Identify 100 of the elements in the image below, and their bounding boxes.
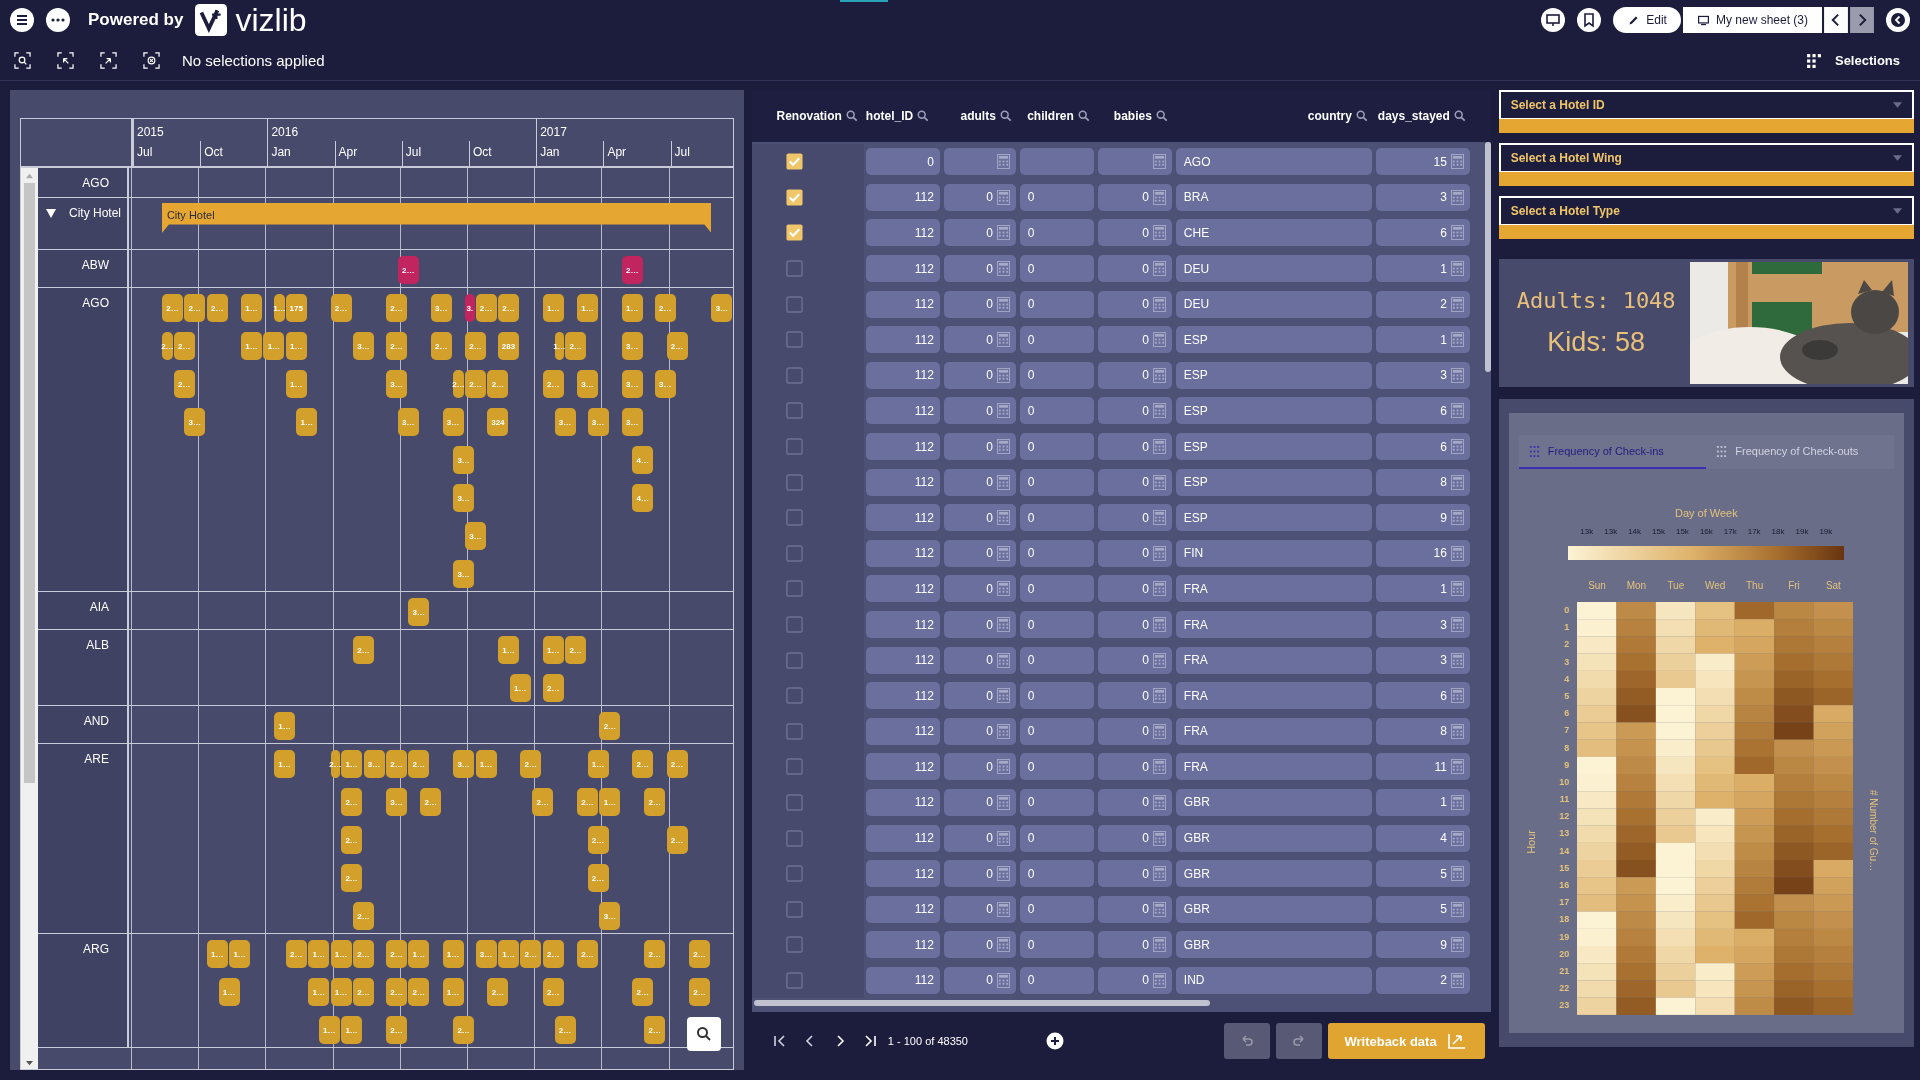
table-cell[interactable]: GBR xyxy=(1175,860,1372,888)
table-cell[interactable]: 5 xyxy=(1375,895,1470,923)
table-cell[interactable]: 0 xyxy=(1097,789,1172,816)
calculator-icon[interactable] xyxy=(1450,652,1464,668)
calculator-icon[interactable] xyxy=(1152,510,1166,526)
checkbox[interactable] xyxy=(786,794,804,811)
table-cell[interactable]: 112 xyxy=(865,824,940,852)
calculator-icon[interactable] xyxy=(996,332,1010,348)
scrollbar[interactable] xyxy=(1484,142,1491,372)
table-cell[interactable]: FRA xyxy=(1175,753,1372,781)
more-icon[interactable] xyxy=(46,8,70,32)
table-cell[interactable]: 0 xyxy=(943,290,1016,318)
back-icon[interactable] xyxy=(1886,8,1910,32)
calculator-icon[interactable] xyxy=(1450,866,1464,882)
table-cell[interactable]: 0 xyxy=(1097,895,1172,923)
column-header[interactable]: hotel_ID xyxy=(865,109,914,123)
search-icon[interactable] xyxy=(845,110,858,122)
checkbox[interactable] xyxy=(786,829,804,847)
calculator-icon[interactable] xyxy=(996,866,1010,882)
gantt-bar[interactable]: 2… xyxy=(397,256,419,284)
table-cell[interactable]: 0 xyxy=(943,682,1016,710)
calculator-icon[interactable] xyxy=(1450,901,1464,917)
checkbox[interactable] xyxy=(786,651,804,669)
table-cell[interactable]: 0 xyxy=(1097,646,1172,674)
table-cell[interactable]: 16 xyxy=(1375,539,1470,567)
calculator-icon[interactable] xyxy=(996,225,1010,241)
calculator-icon[interactable] xyxy=(1450,225,1464,241)
table-cell[interactable]: 0 xyxy=(943,575,1016,603)
sheet-button[interactable]: My new sheet (3) xyxy=(1682,7,1822,33)
calculator-icon[interactable] xyxy=(1450,367,1464,383)
table-cell[interactable]: 0 xyxy=(943,931,1016,959)
table-cell[interactable]: 0 xyxy=(1097,255,1172,283)
table-cell[interactable]: 0 xyxy=(1097,611,1172,638)
scrollbar[interactable] xyxy=(753,1000,1210,1006)
table-cell[interactable]: 112 xyxy=(865,966,940,994)
table-cell[interactable]: 0 xyxy=(943,753,1016,781)
table-cell[interactable]: 15 xyxy=(1375,148,1470,176)
calculator-icon[interactable] xyxy=(1450,723,1464,739)
calculator-icon[interactable] xyxy=(996,617,1010,632)
calculator-icon[interactable] xyxy=(1152,937,1166,953)
table-cell[interactable]: 0 xyxy=(1097,397,1172,425)
search-icon[interactable] xyxy=(1155,110,1168,122)
table-cell[interactable]: DEU xyxy=(1175,290,1372,318)
table-cell[interactable]: 0 xyxy=(1019,646,1094,674)
table-cell[interactable]: 112 xyxy=(865,504,940,532)
table-cell[interactable]: GBR xyxy=(1175,931,1372,959)
table-cell[interactable]: 0 xyxy=(1097,931,1172,959)
table-cell[interactable]: 0 xyxy=(943,397,1016,425)
table-cell[interactable]: 0 xyxy=(943,895,1016,923)
calculator-icon[interactable] xyxy=(1450,795,1464,810)
table-cell[interactable]: 0 xyxy=(1019,611,1094,638)
calculator-icon[interactable] xyxy=(1450,545,1464,561)
table-cell[interactable]: 112 xyxy=(865,219,940,247)
checkbox[interactable] xyxy=(786,758,804,776)
table-cell[interactable]: 112 xyxy=(865,789,940,816)
table-cell[interactable]: 0 xyxy=(1019,397,1094,425)
checkbox[interactable] xyxy=(786,295,804,313)
table-cell[interactable] xyxy=(1097,148,1172,176)
group-bar[interactable]: City Hotel xyxy=(161,203,712,233)
calculator-icon[interactable] xyxy=(1152,474,1166,490)
table-cell[interactable]: GBR xyxy=(1175,895,1372,923)
calculator-icon[interactable] xyxy=(1152,652,1166,668)
bookmark-icon[interactable] xyxy=(1577,8,1602,32)
calculator-icon[interactable] xyxy=(1450,830,1464,846)
table-cell[interactable]: 112 xyxy=(865,361,940,389)
table-cell[interactable]: 112 xyxy=(865,183,940,211)
table-cell[interactable]: 0 xyxy=(943,860,1016,888)
checkbox[interactable] xyxy=(786,580,804,598)
table-cell[interactable]: 112 xyxy=(865,468,940,496)
table-cell[interactable]: 0 xyxy=(943,539,1016,567)
table-cell[interactable]: 0 xyxy=(1019,326,1094,354)
table-cell[interactable]: 0 xyxy=(1019,219,1094,247)
calculator-icon[interactable] xyxy=(996,510,1010,526)
table-cell[interactable]: 112 xyxy=(865,433,940,461)
table-cell[interactable]: 0 xyxy=(1097,824,1172,852)
calculator-icon[interactable] xyxy=(1450,972,1464,988)
calculator-icon[interactable] xyxy=(996,795,1010,810)
checkbox[interactable] xyxy=(786,331,804,349)
table-cell[interactable]: 0 xyxy=(943,824,1016,852)
table-cell[interactable]: 0 xyxy=(1019,433,1094,461)
table-cell[interactable]: 0 xyxy=(1097,219,1172,247)
table-cell[interactable]: 0 xyxy=(1097,433,1172,461)
table-cell[interactable]: 0 xyxy=(1097,753,1172,781)
table-cell[interactable]: FRA xyxy=(1175,717,1372,745)
table-cell[interactable]: 112 xyxy=(865,290,940,318)
checkbox[interactable] xyxy=(786,544,804,562)
calculator-icon[interactable] xyxy=(996,367,1010,383)
table-cell[interactable]: 0 xyxy=(1097,183,1172,211)
smart-search-icon[interactable] xyxy=(14,51,31,69)
table-cell[interactable]: 112 xyxy=(865,539,940,567)
checkbox[interactable] xyxy=(786,865,804,883)
table-cell[interactable]: 0 xyxy=(1019,682,1094,710)
calculator-icon[interactable] xyxy=(1152,759,1166,775)
checkbox[interactable] xyxy=(786,687,804,705)
table-cell[interactable]: 11 xyxy=(1375,753,1470,781)
calculator-icon[interactable] xyxy=(1152,332,1166,348)
calculator-icon[interactable] xyxy=(1450,581,1464,597)
table-cell[interactable]: 8 xyxy=(1375,468,1470,496)
table-cell[interactable]: 112 xyxy=(865,753,940,781)
menu-icon[interactable] xyxy=(10,8,34,32)
